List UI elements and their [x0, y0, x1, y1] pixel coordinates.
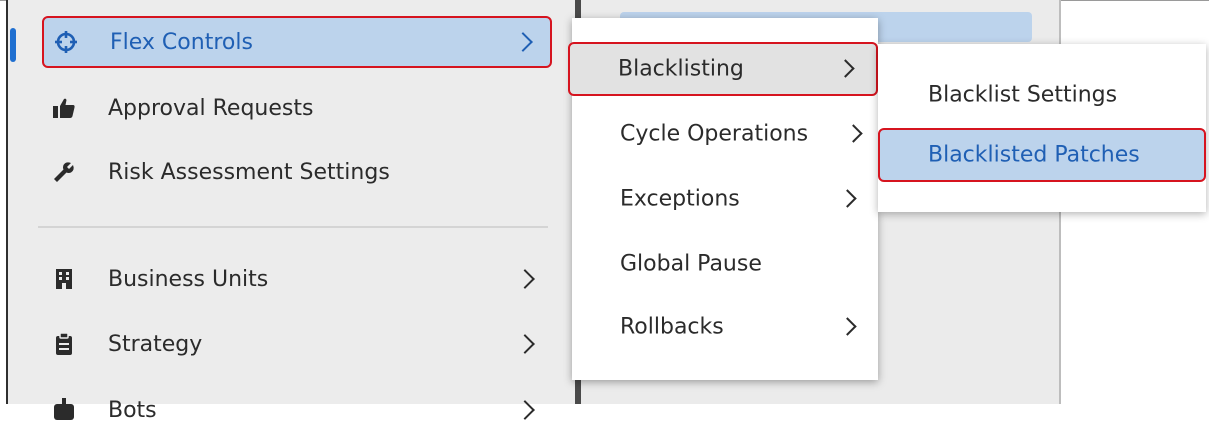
chevron-right-icon — [515, 334, 535, 354]
menu-item-label: Blacklisted Patches — [928, 142, 1140, 168]
clipboard-icon — [52, 332, 76, 356]
chevron-right-icon — [515, 269, 535, 289]
crosshair-icon — [54, 30, 78, 54]
wrench-icon — [52, 160, 76, 184]
menu-item-label: Blacklisting — [618, 56, 744, 82]
sidebar-item-label: Risk Assessment Settings — [108, 159, 390, 185]
chevron-right-icon — [844, 124, 863, 143]
thumbs-up-icon — [52, 96, 76, 120]
building-icon — [52, 267, 76, 291]
menu-item-label: Global Pause — [620, 251, 762, 277]
menu-item-blacklisted-patches[interactable]: Blacklisted Patches — [878, 128, 1206, 182]
chevron-right-icon — [836, 59, 855, 78]
menu-item-blacklisting[interactable]: Blacklisting — [568, 42, 878, 96]
flex-controls-submenu: Blacklisting Cycle Operations Exceptions… — [568, 18, 878, 380]
sidebar-item-strategy[interactable]: Strategy — [42, 318, 552, 370]
sidebar-item-approval-requests[interactable]: Approval Requests — [42, 82, 552, 134]
sidebar-item-label: Strategy — [108, 331, 203, 357]
menu-item-label: Exceptions — [620, 186, 740, 212]
sidebar-item-flex-controls[interactable]: Flex Controls — [42, 16, 552, 68]
chevron-right-icon — [838, 317, 857, 336]
active-indicator — [10, 28, 16, 62]
menu-item-global-pause[interactable]: Global Pause — [572, 237, 878, 291]
menu-item-label: Cycle Operations — [620, 121, 809, 147]
sidebar-item-risk-assessment-settings[interactable]: Risk Assessment Settings — [42, 146, 552, 198]
blacklisting-submenu: Blacklist Settings Blacklisted Patches — [878, 44, 1206, 212]
sidebar-item-label: Flex Controls — [110, 29, 253, 55]
sidebar-item-label: Approval Requests — [108, 95, 314, 121]
menu-item-blacklist-settings[interactable]: Blacklist Settings — [878, 68, 1206, 122]
chevron-right-icon — [838, 189, 857, 208]
menu-item-label: Rollbacks — [620, 314, 724, 340]
sidebar-item-label: Business Units — [108, 266, 269, 292]
sidebar-item-business-units[interactable]: Business Units — [42, 253, 552, 305]
menu-item-rollbacks[interactable]: Rollbacks — [572, 300, 878, 354]
menu-item-label: Blacklist Settings — [928, 82, 1118, 108]
bot-icon — [52, 398, 76, 422]
menu-item-exceptions[interactable]: Exceptions — [572, 172, 878, 226]
sidebar-item-bots[interactable]: Bots — [42, 384, 552, 436]
sidebar-item-label: Bots — [108, 397, 157, 423]
menu-item-cycle-operations[interactable]: Cycle Operations — [572, 107, 878, 161]
sidebar-divider — [38, 226, 548, 228]
chevron-right-icon — [513, 32, 533, 52]
chevron-right-icon — [515, 400, 535, 420]
